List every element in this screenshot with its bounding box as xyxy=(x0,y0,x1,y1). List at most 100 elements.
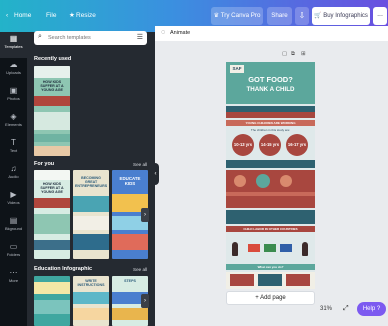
animate-icon[interactable]: ◌ xyxy=(161,29,165,36)
buy-label: Buy Infographics xyxy=(323,13,368,19)
thumb-band xyxy=(34,134,70,142)
infographic-page[interactable]: SAF GOT FOOD? THANK A CHILD YOUNG CHILDR… xyxy=(226,62,315,289)
thumb-title: EDUCATE KIDS xyxy=(119,176,141,186)
for-you-thumb-1[interactable]: HOW KIDS SUFFER AT A YOUNG AGE xyxy=(34,170,70,259)
section-band-dark xyxy=(226,160,315,168)
resize-star-icon: ★ xyxy=(69,12,75,19)
rail-item-uploads[interactable]: ☁ Uploads xyxy=(0,58,27,84)
stat-dot xyxy=(234,175,246,187)
for-you-title: For you xyxy=(34,161,55,167)
thumb-band xyxy=(73,308,109,320)
try-pro-label: Try Canva Pro xyxy=(220,12,261,19)
rail-item-text[interactable]: T Text xyxy=(0,136,27,162)
zoom-level[interactable]: 31% xyxy=(320,306,332,312)
crown-icon: ♛ xyxy=(213,12,220,19)
education-thumb-2[interactable]: WRITE INSTRUCTIONS xyxy=(73,276,109,326)
thumb-band xyxy=(112,308,148,320)
thumb-header xyxy=(34,170,70,180)
rail-item-folders[interactable]: ▭ Folders xyxy=(0,240,27,266)
thumb-header xyxy=(34,66,70,78)
help-button[interactable]: Help ? xyxy=(357,302,386,316)
thumb-band xyxy=(73,216,109,230)
file-menu[interactable]: File xyxy=(46,8,56,24)
age-circle-2: 14-15 yrs xyxy=(259,134,281,156)
text-icon: T xyxy=(11,138,16,147)
logo-badge: SAF xyxy=(230,65,244,73)
stat-dot xyxy=(280,175,292,187)
recent-template-thumb[interactable]: HOW KIDS SUFFER AT A YOUNG AGE xyxy=(34,66,70,156)
rail-item-audio[interactable]: ♫ Audio xyxy=(0,162,27,188)
background-icon: ▤ xyxy=(9,216,18,225)
thumb-band xyxy=(73,196,109,212)
collapse-panel-handle[interactable]: ‹ xyxy=(152,163,159,185)
templates-icon: ▦ xyxy=(9,34,18,43)
rail-item-more[interactable]: ⋯ More xyxy=(0,266,27,292)
rail-item-photos[interactable]: ▣ Photos xyxy=(0,84,27,110)
rail-item-videos[interactable]: ▶ Videos xyxy=(0,188,27,214)
thumb-band xyxy=(73,292,109,304)
left-navigation-rail: ▦ Templates ☁ Uploads ▣ Photos ◈ Element… xyxy=(0,32,27,326)
duplicate-page-icon[interactable]: ⧉ xyxy=(291,51,295,58)
elements-icon: ◈ xyxy=(10,112,17,121)
thumb-band xyxy=(34,96,70,106)
thumb-band xyxy=(34,282,70,294)
cart-icon: 🛒 xyxy=(314,13,322,19)
filter-icon[interactable]: ☰ xyxy=(137,33,143,41)
thumb-title: WRITE INSTRUCTIONS xyxy=(77,279,105,288)
rail-label: More xyxy=(8,278,19,283)
back-chevron-icon[interactable]: ‹ xyxy=(6,8,8,24)
share-button[interactable]: Share xyxy=(267,7,292,25)
children-subline: The children in this study are: xyxy=(250,128,291,132)
thumb-band xyxy=(73,234,109,250)
education-infographic-title: Education Infographic xyxy=(34,266,93,272)
add-page-icon[interactable]: ⊞ xyxy=(301,51,306,57)
section-young-children: YOUNG CHILDREN ARE WORKING xyxy=(245,121,296,125)
download-icon[interactable]: ⇩ xyxy=(295,7,309,25)
stats-line xyxy=(226,192,315,196)
buy-infographics-button[interactable]: 🛒 Buy Infographics xyxy=(312,7,370,25)
for-you-see-all[interactable]: See all xyxy=(133,162,147,167)
search-input[interactable] xyxy=(48,33,130,43)
boxes-band xyxy=(226,210,315,224)
recently-used-title: Recently used xyxy=(34,56,72,62)
home-link[interactable]: Home xyxy=(14,8,31,24)
footer-box xyxy=(258,274,282,286)
fullscreen-icon[interactable]: ⤢ xyxy=(343,305,349,313)
rail-label: Photos xyxy=(7,96,20,101)
resize-menu[interactable]: Resize xyxy=(76,8,96,24)
thumb-band xyxy=(34,214,70,234)
for-you-next-arrow[interactable]: › xyxy=(141,208,149,222)
section-child-labor: CHILD LABOR IN OTHER COUNTRIES xyxy=(243,227,298,231)
rail-item-background[interactable]: ▤ Bkground xyxy=(0,214,27,240)
rail-item-templates[interactable]: ▦ Templates xyxy=(0,32,27,58)
more-icon: ⋯ xyxy=(9,268,18,277)
thumb-band xyxy=(34,146,70,156)
for-you-thumb-2[interactable]: BECOMING GREAT ENTREPRENEURS xyxy=(73,170,109,259)
canva-editor: ‹ Home File ★ Resize ♛ Try Canva Pro Sha… xyxy=(0,0,388,326)
photos-icon: ▣ xyxy=(9,86,18,95)
try-canva-pro-button[interactable]: ♛ Try Canva Pro xyxy=(211,7,263,25)
more-options-button[interactable]: ... xyxy=(373,7,387,25)
rail-label: Templates xyxy=(4,44,23,49)
child-figure xyxy=(302,242,308,256)
rail-label: Elements xyxy=(5,122,22,127)
audio-icon: ♫ xyxy=(10,164,17,173)
headline-thank-a-child: THANK A CHILD xyxy=(246,86,295,93)
footer-box xyxy=(286,274,310,286)
education-see-all[interactable]: See all xyxy=(133,267,147,272)
add-page-button[interactable]: + Add page xyxy=(226,291,315,305)
section-what-can-you-do: What can you do? xyxy=(257,265,284,269)
thumb-title: HOW KIDS SUFFER AT A YOUNG AGE xyxy=(40,80,64,93)
rail-label: Folders xyxy=(6,252,21,257)
page-notes-icon[interactable]: ▢ xyxy=(282,51,287,57)
headline-got-food: GOT FOOD? xyxy=(248,75,293,84)
rail-item-elements[interactable]: ◈ Elements xyxy=(0,110,27,136)
thumb-title: STEPS xyxy=(124,279,136,283)
animate-button[interactable]: Animate xyxy=(170,30,190,36)
intro-band-red xyxy=(226,112,315,118)
template-search-box[interactable]: ⌕ ☰ xyxy=(34,31,147,45)
thumb-title: BECOMING GREAT ENTREPRENEURS xyxy=(75,176,108,189)
education-thumb-1[interactable] xyxy=(34,276,70,326)
thumb-band xyxy=(34,300,70,314)
education-next-arrow[interactable]: › xyxy=(141,294,149,308)
